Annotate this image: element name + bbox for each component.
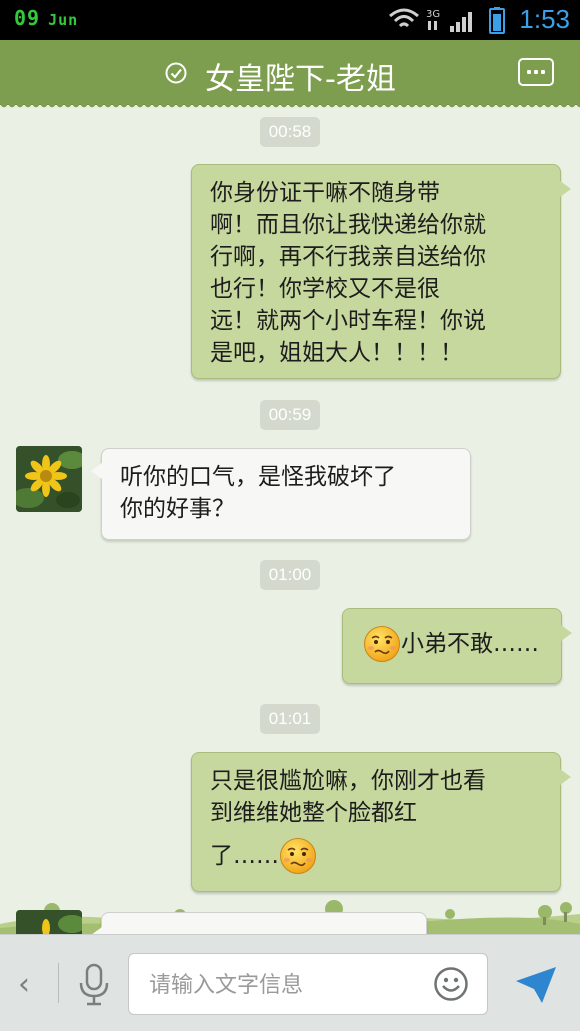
- incoming-message-bubble[interactable]: [91, 912, 427, 934]
- message-line: 你身份证干嘛不随身带: [210, 180, 440, 206]
- network-type-label: 3G: [426, 9, 440, 20]
- send-icon[interactable]: [512, 963, 560, 1007]
- message-text: 了……: [210, 843, 279, 869]
- message-input-field[interactable]: [128, 953, 488, 1015]
- divider: [58, 963, 59, 1003]
- status-date-day: 09: [14, 6, 41, 30]
- flower-avatar-image: [16, 446, 82, 512]
- contact-avatar[interactable]: [16, 910, 82, 934]
- check-circle-icon: [165, 62, 187, 84]
- message-line-last: 了……: [210, 837, 546, 875]
- outgoing-message-bubble[interactable]: 小弟不敢……: [342, 608, 572, 684]
- chat-header: 女皇陛下-老姐: [0, 40, 580, 110]
- incoming-message-bubble[interactable]: 听你的口气，是怪我破坏了 你的好事？: [91, 448, 471, 540]
- data-arrows-icon: [428, 21, 437, 30]
- status-time: 1:53: [519, 4, 570, 34]
- message-timestamp: 00:58: [260, 117, 320, 147]
- message-line: 也行！你学校又不是很: [210, 276, 440, 302]
- message-line: 听你的口气，是怪我破坏了: [120, 464, 396, 490]
- status-icons: 3G: [389, 7, 505, 34]
- embarrassed-emoji-icon: [364, 626, 400, 662]
- back-chevron-icon[interactable]: ‹: [18, 967, 30, 1002]
- more-icon[interactable]: [518, 58, 554, 86]
- message-input-bar: ‹: [0, 934, 580, 1031]
- embarrassed-emoji-icon: [280, 838, 316, 874]
- chat-title: 女皇陛下-老姐: [205, 62, 396, 97]
- message-line: 到维维她整个脸都红: [210, 800, 417, 826]
- message-input[interactable]: [147, 968, 421, 1002]
- message-line: 你的好事？: [120, 496, 235, 522]
- signal-icon: [450, 12, 472, 32]
- message-timestamp: 01:00: [260, 560, 320, 590]
- smiley-icon[interactable]: [433, 966, 469, 1002]
- message-line: 只是很尴尬嘛，你刚才也看: [210, 768, 486, 794]
- wifi-icon: [389, 8, 419, 28]
- status-bar: 09 Jun 3G 1:53: [0, 0, 580, 40]
- message-timestamp: 00:59: [260, 400, 320, 430]
- status-date-month: Jun: [48, 11, 79, 29]
- message-text: 小弟不敢……: [401, 631, 539, 657]
- message-line: 远！就两个小时车程！你说: [210, 308, 486, 334]
- message-line: 是吧，姐姐大人！！！！: [210, 340, 463, 366]
- chat-area[interactable]: 00:58 你身份证干嘛不随身带 啊！而且你让我快递给你就 行啊，再不行我亲自送…: [0, 104, 580, 934]
- flower-avatar-image: [16, 910, 82, 934]
- contact-avatar[interactable]: [16, 446, 82, 512]
- outgoing-message-bubble[interactable]: 你身份证干嘛不随身带 啊！而且你让我快递给你就 行啊，再不行我亲自送给你 也行！…: [191, 164, 571, 379]
- message-line: 行啊，再不行我亲自送给你: [210, 244, 486, 270]
- status-date: 09 Jun: [14, 6, 78, 30]
- message-timestamp: 01:01: [260, 704, 320, 734]
- message-line: 啊！而且你让我快递给你就: [210, 212, 486, 238]
- battery-icon: [489, 7, 505, 34]
- microphone-icon[interactable]: [76, 963, 112, 1007]
- outgoing-message-bubble[interactable]: 只是很尴尬嘛，你刚才也看 到维维她整个脸都红 了……: [191, 752, 571, 892]
